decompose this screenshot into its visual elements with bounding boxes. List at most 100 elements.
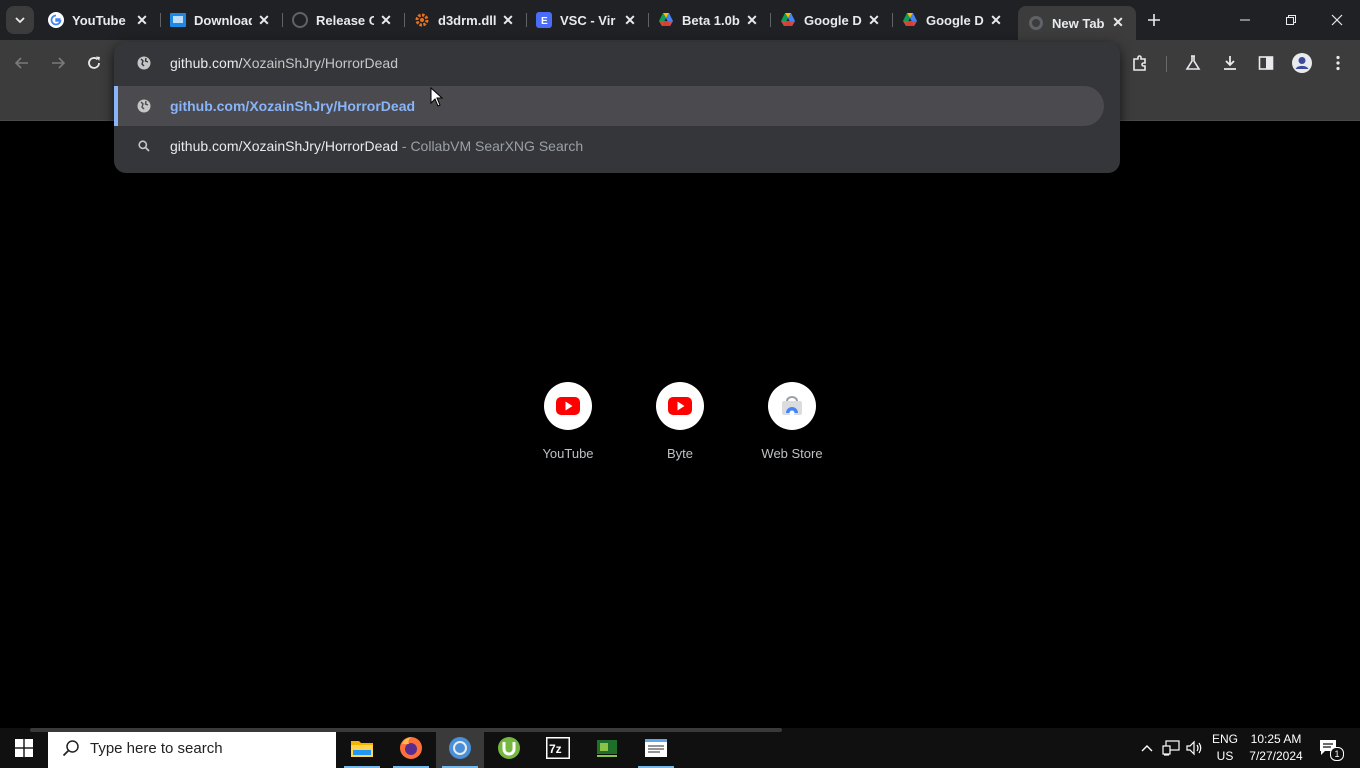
restore-button[interactable] — [1279, 8, 1303, 32]
gpu-z-icon — [597, 740, 617, 757]
reload-button[interactable] — [83, 52, 105, 74]
web-store-icon — [782, 396, 802, 416]
taskbar-firefox[interactable] — [387, 728, 435, 768]
tab-close-icon[interactable]: ✕ — [622, 12, 638, 28]
avatar-icon — [1292, 53, 1312, 73]
arrow-right-icon — [52, 57, 66, 69]
notepad-icon — [645, 739, 667, 757]
youtube-icon — [556, 397, 580, 415]
taskbar-file-explorer[interactable] — [338, 728, 386, 768]
tab-title: Google D — [804, 12, 862, 28]
suggestion-text: github.com/XozainShJry/HorrorDead — [170, 98, 416, 114]
omnibox-input[interactable]: github.com/XozainShJry/HorrorDead — [114, 42, 1120, 84]
tab-download[interactable]: Download ✕ — [160, 4, 283, 36]
suggestion-query: github.com/XozainShJry/HorrorDead — [170, 138, 398, 154]
reload-icon — [88, 56, 100, 69]
google-drive-icon — [780, 12, 796, 28]
tab-title: New Tab — [1052, 15, 1105, 31]
globe-icon — [136, 55, 152, 71]
tab-strip: YouTube ✕ Download ✕ Release C ✕ d3drm.d… — [0, 0, 1360, 40]
tab-close-icon[interactable]: ✕ — [134, 12, 150, 28]
google-drive-icon — [658, 12, 674, 28]
7zip-icon: 7z — [546, 737, 570, 759]
suggestion-search[interactable]: github.com/XozainShJry/HorrorDead - Coll… — [114, 126, 1120, 166]
taskbar-notepad[interactable] — [632, 728, 680, 768]
start-button[interactable] — [0, 728, 48, 768]
tab-youtube[interactable]: YouTube ✕ — [38, 4, 161, 36]
downloads-button[interactable] — [1219, 52, 1241, 74]
tab-close-icon[interactable]: ✕ — [988, 12, 1004, 28]
chevron-up-icon — [1141, 745, 1153, 752]
tab-new-tab[interactable]: New Tab ✕ — [1018, 6, 1136, 40]
taskbar-7zip[interactable]: 7z — [534, 728, 582, 768]
volume-button[interactable] — [1184, 728, 1206, 768]
taskbar-utorrent[interactable] — [485, 728, 533, 768]
tab-close-icon[interactable]: ✕ — [256, 12, 272, 28]
tab-search-button[interactable] — [6, 6, 34, 34]
svg-text:7z: 7z — [549, 742, 562, 756]
keyboard-layout: US — [1216, 749, 1234, 763]
profile-button[interactable] — [1291, 52, 1313, 74]
side-panel-button[interactable] — [1255, 52, 1277, 74]
youtube-icon — [668, 397, 692, 415]
taskbar-gpu-z[interactable] — [583, 728, 631, 768]
kebab-menu-icon — [1336, 55, 1340, 71]
tab-beta[interactable]: Beta 1.0b ✕ — [648, 4, 771, 36]
tab-close-icon[interactable]: ✕ — [500, 12, 516, 28]
download-site-icon — [170, 12, 186, 28]
extensions-button[interactable] — [1129, 52, 1151, 74]
tab-close-icon[interactable]: ✕ — [744, 12, 760, 28]
suggestion-url[interactable]: github.com/XozainShJry/HorrorDead — [114, 86, 1104, 126]
omnibox-domain: github.com/ — [170, 55, 243, 71]
omnibox-dropdown: github.com/XozainShJry/HorrorDead github… — [114, 42, 1120, 173]
taskbar-chrome[interactable] — [436, 728, 484, 768]
side-panel-icon — [1258, 56, 1274, 70]
tab-vsc[interactable]: E VSC - Vir ✕ — [526, 4, 649, 36]
taskbar-search-box[interactable]: Type here to search — [48, 728, 336, 768]
clock-date: 7/27/2024 — [1249, 749, 1303, 763]
shortcut-web-store[interactable]: Web Store — [747, 382, 837, 461]
globe-icon — [136, 98, 152, 114]
back-button[interactable] — [11, 52, 33, 74]
tab-close-icon[interactable]: ✕ — [1110, 14, 1126, 30]
tab-title: d3drm.dll — [438, 12, 496, 28]
tab-close-icon[interactable]: ✕ — [378, 12, 394, 28]
clock-time: 10:25 AM — [1250, 732, 1302, 746]
labs-button[interactable] — [1182, 52, 1204, 74]
notification-count-badge: 1 — [1330, 747, 1344, 761]
tab-title: Release C — [316, 12, 374, 28]
minimize-button[interactable] — [1233, 8, 1257, 32]
horizontal-scrollbar[interactable] — [30, 728, 782, 732]
input-language-indicator[interactable]: ENG US — [1206, 731, 1244, 765]
flask-icon — [1185, 55, 1201, 70]
plus-icon — [1148, 14, 1160, 26]
new-tab-button[interactable] — [1144, 10, 1164, 30]
tab-close-icon[interactable]: ✕ — [866, 12, 882, 28]
show-hidden-icons-button[interactable] — [1136, 728, 1158, 768]
tab-title: VSC - Vir — [560, 12, 616, 28]
forward-button[interactable] — [47, 52, 69, 74]
shortcut-byte[interactable]: Byte — [635, 382, 725, 461]
action-center-button[interactable]: 1 — [1316, 728, 1344, 768]
shortcut-label: Web Store — [761, 446, 823, 461]
utorrent-icon — [498, 737, 520, 759]
network-button[interactable] — [1160, 728, 1182, 768]
taskbar-clock[interactable]: 10:25 AM 7/27/2024 — [1244, 731, 1308, 765]
search-icon — [136, 138, 152, 154]
tab-d3drm[interactable]: d3drm.dll ✕ — [404, 4, 527, 36]
tab-google-drive-2[interactable]: Google D ✕ — [892, 4, 1014, 36]
shortcut-youtube[interactable]: YouTube — [523, 382, 613, 461]
gear-icon — [414, 12, 430, 28]
tab-title: YouTube — [72, 12, 126, 28]
omnibox-path: XozainShJry/HorrorDead — [242, 55, 398, 71]
tab-title: Beta 1.0b — [682, 12, 740, 28]
shortcut-tile — [544, 382, 592, 430]
windows-taskbar: Type here to search 7z ENG US 10:25 AM 7… — [0, 728, 1360, 768]
close-window-button[interactable] — [1325, 8, 1349, 32]
shortcut-tile — [768, 382, 816, 430]
download-icon — [1224, 56, 1236, 70]
tab-google-drive-1[interactable]: Google D ✕ — [770, 4, 893, 36]
shortcut-tile — [656, 382, 704, 430]
tab-release[interactable]: Release C ✕ — [282, 4, 405, 36]
menu-button[interactable] — [1327, 52, 1349, 74]
